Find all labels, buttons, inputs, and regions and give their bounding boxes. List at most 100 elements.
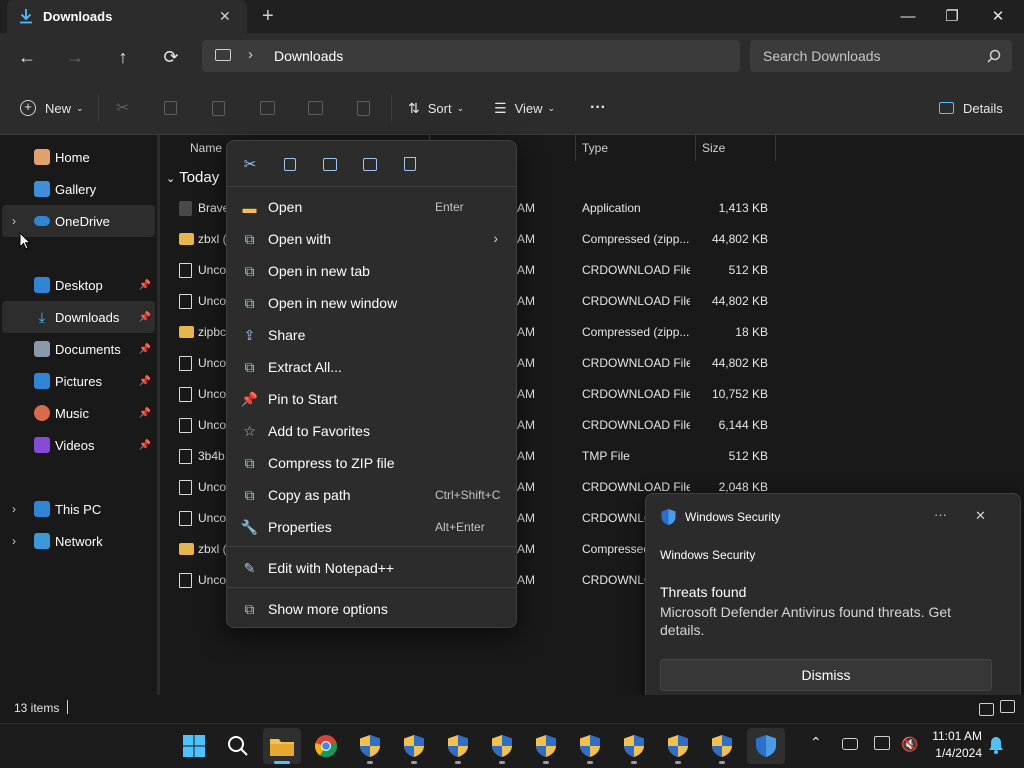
tab-downloads[interactable]: Downloads ✕ (7, 0, 247, 33)
clock-time[interactable]: 11:01 AM (928, 729, 982, 743)
menu-item-share[interactable]: ⇪ Share (231, 319, 512, 351)
cut-button[interactable]: ✂ (116, 95, 129, 121)
uac-shield-icon (492, 735, 512, 757)
file-explorer-taskbar-button[interactable] (263, 728, 301, 764)
sidebar-item-home[interactable]: Home (2, 141, 155, 173)
sidebar-item-videos[interactable]: Videos 📌 (2, 429, 155, 461)
menu-item-properties[interactable]: 🔧 Properties Alt+Enter (231, 511, 512, 543)
uac-shield-taskbar-button[interactable] (527, 728, 565, 764)
chevron-up-icon[interactable]: ⌃ (810, 734, 822, 751)
clock-date[interactable]: 1/4/2024 (928, 746, 982, 760)
toast-close-button[interactable]: ✕ (975, 508, 986, 524)
menu-item-label: Copy as path (268, 487, 351, 503)
forward-button[interactable]: → (59, 41, 91, 73)
windows-security-taskbar-button[interactable] (747, 728, 785, 764)
menu-item-open[interactable]: ▬ Open Enter (231, 191, 512, 223)
paste-button[interactable] (212, 95, 225, 121)
copy-button[interactable] (164, 95, 177, 121)
chevron-right-icon[interactable]: › (12, 502, 16, 516)
uac-shield-taskbar-button[interactable] (703, 728, 741, 764)
file-size: 44,802 KB (711, 356, 768, 370)
menu-item-edit-with-notepad[interactable]: ✎ Edit with Notepad++ (231, 552, 512, 584)
uac-shield-icon (404, 735, 424, 757)
sidebar-item-music[interactable]: Music 📌 (2, 397, 155, 429)
sidebar-item-desktop[interactable]: Desktop 📌 (2, 269, 155, 301)
search-taskbar-button[interactable] (219, 728, 257, 764)
group-header-today[interactable]: ⌄ Today (166, 169, 219, 186)
address-path-box[interactable]: › Downloads (202, 40, 740, 72)
start-button[interactable] (175, 728, 213, 764)
column-header-size[interactable]: Size (696, 135, 776, 161)
sidebar-item-documents[interactable]: Documents 📌 (2, 333, 155, 365)
share-icon[interactable] (359, 153, 381, 175)
notification-bell-icon[interactable] (988, 736, 1004, 754)
sidebar-item-network[interactable]: › Network (2, 525, 155, 557)
tab-close-button[interactable]: ✕ (219, 8, 231, 25)
menu-item-extract-all[interactable]: ⧉ Extract All... (231, 351, 512, 383)
view-button[interactable]: ☰ View ⌄ (494, 95, 555, 121)
uac-shield-taskbar-button[interactable] (351, 728, 389, 764)
sidebar-item-thispc[interactable]: › This PC (2, 493, 155, 525)
new-tab-button[interactable]: + (262, 5, 274, 28)
new-button[interactable]: + New ⌄ (20, 95, 84, 121)
menu-separator (227, 587, 516, 588)
uac-shield-taskbar-button[interactable] (483, 728, 521, 764)
up-button[interactable]: ↑ (107, 41, 139, 73)
menu-item-open-with[interactable]: ⧉ Open with › (231, 223, 512, 255)
uac-shield-taskbar-button[interactable] (395, 728, 433, 764)
cut-icon[interactable]: ✂ (239, 153, 261, 175)
details-button[interactable]: Details (939, 95, 1003, 121)
item-count: 13 items (14, 701, 60, 715)
sidebar-item-pictures[interactable]: Pictures 📌 (2, 365, 155, 397)
sidebar-item-gallery[interactable]: Gallery (2, 173, 155, 205)
details-view-icon[interactable] (979, 703, 994, 716)
dismiss-button[interactable]: Dismiss (660, 659, 992, 691)
maximize-button[interactable]: ❐ (930, 4, 974, 28)
sidebar-item-downloads[interactable]: ⤓ Downloads 📌 (2, 301, 155, 333)
volume-muted-icon[interactable]: 🔇 (901, 736, 918, 753)
menu-item-pin-to-start[interactable]: 📌 Pin to Start (231, 383, 512, 415)
file-size: 1,413 KB (718, 201, 768, 215)
breadcrumb-downloads[interactable]: Downloads (274, 48, 343, 64)
sort-button[interactable]: ⇅ Sort ⌄ (408, 95, 464, 121)
uac-shield-taskbar-button[interactable] (615, 728, 653, 764)
menu-item-open-in-new-window[interactable]: ⧉ Open in new window (231, 287, 512, 319)
trash-icon[interactable] (399, 153, 421, 175)
share-button[interactable] (308, 95, 323, 121)
menu-item-show-more-options[interactable]: ⧉ Show more options (231, 593, 512, 625)
file-date: AM (517, 201, 535, 215)
menu-item-open-in-new-tab[interactable]: ⧉ Open in new tab (231, 255, 512, 287)
file-type: CRDOWNLOAD File (582, 263, 690, 277)
chevron-right-icon[interactable]: › (12, 214, 16, 228)
menu-item-copy-as-path[interactable]: ⧉ Copy as path Ctrl+Shift+C (231, 479, 512, 511)
tiles-view-icon[interactable] (1000, 700, 1015, 713)
delete-button[interactable] (357, 95, 370, 121)
rename-button[interactable] (260, 95, 275, 121)
sidebar-label: Pictures (55, 373, 102, 389)
copy-icon[interactable] (279, 153, 301, 175)
chevron-right-icon[interactable]: › (12, 534, 16, 548)
menu-item-label: Properties (268, 519, 332, 535)
uac-shield-taskbar-button[interactable] (439, 728, 477, 764)
refresh-button[interactable]: ⟳ (155, 41, 187, 73)
uac-shield-icon (712, 735, 732, 757)
menu-item-compress-to-zip-file[interactable]: ⧉ Compress to ZIP file (231, 447, 512, 479)
uac-shield-taskbar-button[interactable] (571, 728, 609, 764)
more-options-button[interactable]: ··· (590, 95, 606, 121)
network-tray-icon[interactable] (874, 736, 890, 750)
toast-more-button[interactable]: ··· (934, 507, 947, 522)
onedrive-tray-icon[interactable] (842, 738, 858, 750)
rename-icon[interactable] (319, 153, 341, 175)
close-window-button[interactable]: ✕ (976, 4, 1020, 28)
menu-item-add-to-favorites[interactable]: ☆ Add to Favorites (231, 415, 512, 447)
column-header-type[interactable]: Type (576, 135, 696, 161)
status-bar: 13 items (0, 695, 1024, 723)
chrome-taskbar-button[interactable] (307, 728, 345, 764)
file-date: AM (517, 573, 535, 587)
uac-shield-taskbar-button[interactable] (659, 728, 697, 764)
minimize-button[interactable]: — (886, 4, 930, 28)
search-input[interactable]: Search Downloads (750, 40, 1012, 72)
back-button[interactable]: ← (11, 41, 43, 73)
security-notification[interactable]: Windows Security ··· ✕ Windows Security … (645, 493, 1021, 706)
sidebar-label: Network (55, 533, 103, 549)
